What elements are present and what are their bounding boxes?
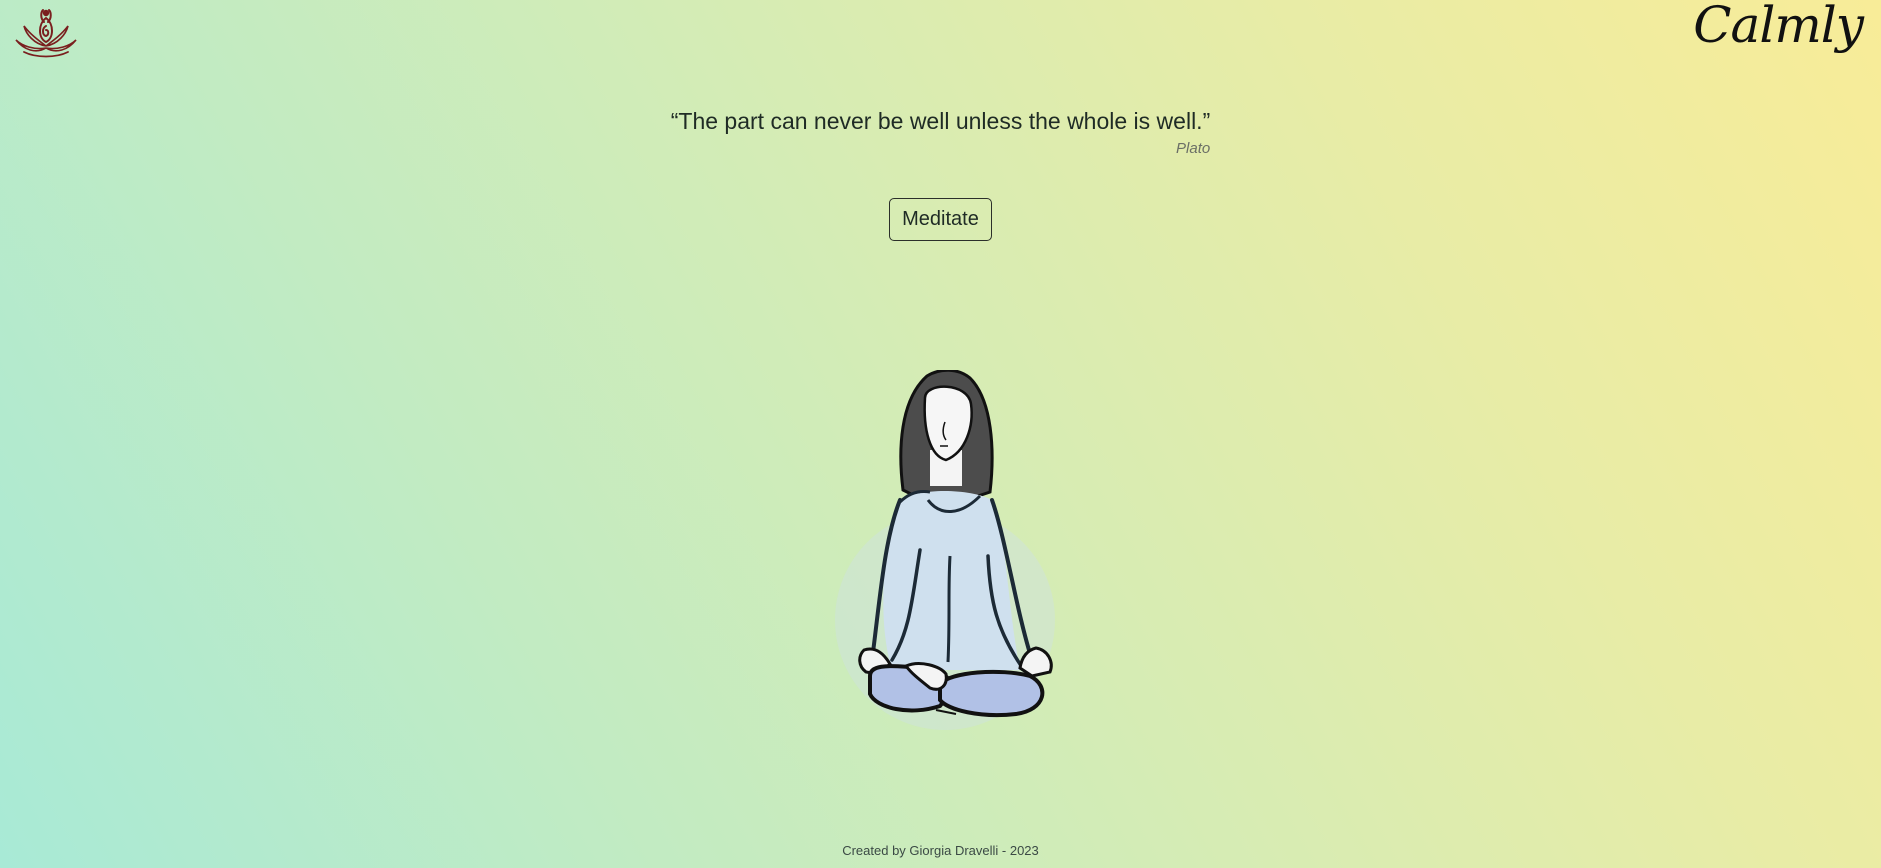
quote-text: “The part can never be well unless the w… xyxy=(670,108,1211,134)
footer-credit: Created by Giorgia Dravelli - 2023 xyxy=(842,843,1039,858)
quote-section: “The part can never be well unless the w… xyxy=(0,108,1881,158)
meditating-woman-illustration xyxy=(780,368,1110,740)
lotus-meditation-icon xyxy=(15,9,77,58)
brand-title[interactable]: Calmly xyxy=(1693,0,1864,54)
logo[interactable] xyxy=(14,4,78,64)
quote-author: Plato xyxy=(1176,140,1211,157)
meditate-button[interactable]: Meditate xyxy=(889,198,992,241)
